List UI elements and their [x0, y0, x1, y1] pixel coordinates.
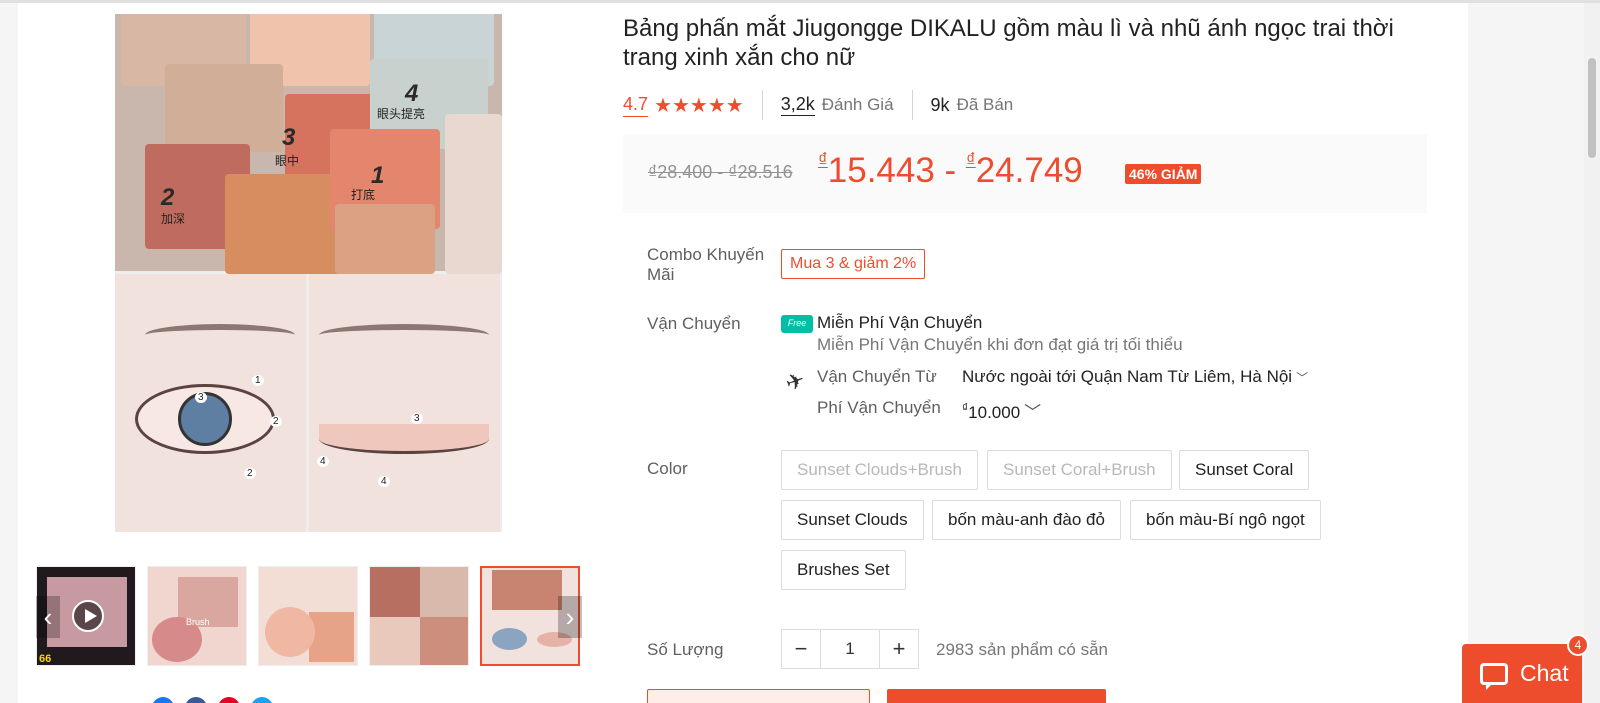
rating-stars-icon: ★★★★★ — [654, 94, 744, 117]
palette-label: 眼中 — [275, 154, 300, 168]
palette-label: 打底 — [351, 188, 376, 202]
chevron-down-icon: ﹀ — [1024, 403, 1042, 422]
thumbnail-strip: 66 Brush ‹ › — [36, 566, 582, 666]
page-gutter — [1468, 3, 1600, 703]
twitter-icon[interactable] — [251, 697, 273, 703]
chevron-down-icon: ﹀ — [1296, 371, 1309, 385]
color-option[interactable]: Sunset Clouds — [781, 500, 924, 540]
product-title: Bảng phấn mắt Jiugongge DIKALU gồm màu l… — [623, 15, 1394, 71]
sale-price: ₫15.443 - ₫24.749 — [818, 150, 1083, 190]
eye-marker: 3 — [195, 392, 207, 403]
combo-deal-tag[interactable]: Mua 3 & giảm 2% — [781, 249, 926, 279]
eye-marker: 4 — [378, 476, 390, 487]
ship-from-select[interactable]: Nước ngoài tới Quận Nam Từ Liêm, Hà Nội ﹀ — [962, 367, 1308, 387]
combo-label: Combo Khuyến Mãi — [647, 245, 765, 284]
color-option[interactable]: Brushes Set — [781, 550, 906, 590]
eye-marker: 1 — [252, 375, 264, 386]
palette-label: 加深 — [161, 212, 186, 226]
reviews-label: Đánh Giá — [821, 95, 894, 114]
eye-marker: 3 — [411, 413, 423, 424]
chat-button[interactable]: Chat — [1462, 644, 1582, 703]
thumbnail-badge: 66 — [39, 653, 52, 665]
eye-photo-open: 1 2 3 2 — [115, 274, 306, 532]
reviews-count[interactable]: 3,2k — [780, 94, 815, 116]
free-shipping-title: Miễn Phí Vận Chuyển — [817, 313, 983, 332]
main-product-image[interactable]: 4 3 1 2 眼头提亮 眼中 打底 加深 1 2 3 2 3 4 4 — [115, 14, 502, 532]
eye-marker: 2 — [270, 416, 282, 427]
thumbnail-image[interactable] — [369, 566, 469, 666]
pinterest-icon[interactable] — [218, 697, 240, 703]
free-shipping-subtitle: Miễn Phí Vận Chuyển khi đơn đạt giá trị … — [817, 335, 1183, 354]
thumbnail-label: Brush — [186, 617, 210, 627]
free-shipping-icon: Free — [781, 315, 813, 333]
color-option[interactable]: bốn màu-anh đào đỏ — [932, 500, 1121, 540]
facebook-messenger-icon[interactable] — [152, 697, 174, 703]
palette-number: 4 — [405, 80, 419, 107]
palette-number: 3 — [282, 124, 296, 151]
original-price: ₫28.400 - ₫28.516 — [648, 162, 793, 182]
color-option-disabled[interactable]: Sunset Coral+Brush — [987, 450, 1172, 490]
quantity-label: Số Lượng — [647, 640, 724, 659]
quantity-input[interactable]: 1 — [820, 630, 880, 668]
sold-count: 9k — [930, 94, 950, 115]
discount-badge: 46% GIẢM — [1125, 164, 1202, 184]
chat-label: Chat — [1520, 660, 1569, 686]
palette-label: 眼头提亮 — [377, 107, 426, 121]
shipping-label: Vận Chuyển — [647, 314, 741, 333]
stock-available: 2983 sản phẩm có sẵn — [936, 640, 1109, 659]
eye-photo-closed: 3 4 4 — [309, 274, 500, 532]
rating-row: 4.7 ★★★★★ 3,2k Đánh Giá 9k Đã Bán — [623, 90, 1013, 120]
eye-marker: 4 — [317, 456, 329, 467]
palette-photo: 4 3 1 2 眼头提亮 眼中 打底 加深 — [115, 14, 502, 274]
quantity-increase-button[interactable]: + — [880, 630, 918, 668]
thumbnail-image[interactable] — [258, 566, 358, 666]
buy-now-button[interactable] — [887, 689, 1106, 703]
scrollbar-thumb[interactable] — [1588, 58, 1596, 158]
color-option[interactable]: Sunset Coral — [1179, 450, 1310, 490]
share-icons — [152, 697, 284, 703]
shipping-fee-select[interactable]: ₫10.000 ﹀ — [962, 398, 1041, 423]
color-label: Color — [647, 459, 688, 478]
rating-score[interactable]: 4.7 — [623, 94, 649, 117]
chat-bubble-icon — [1480, 662, 1508, 690]
chat-unread-badge: 4 — [1567, 634, 1589, 656]
sold-label: Đã Bán — [956, 95, 1014, 114]
play-icon[interactable] — [72, 600, 104, 632]
palette-number: 2 — [161, 184, 175, 211]
shipping-fee-label: Phí Vận Chuyển — [817, 398, 941, 417]
page-scrollbar[interactable] — [1584, 3, 1600, 703]
facebook-icon[interactable] — [185, 697, 207, 703]
thumbnail-next-arrow[interactable]: › — [558, 596, 582, 638]
eye-marker: 2 — [244, 468, 256, 479]
color-option-disabled[interactable]: Sunset Clouds+Brush — [781, 450, 978, 490]
thumbnail-prev-arrow[interactable]: ‹ — [36, 596, 60, 638]
price-box: ₫28.400 - ₫28.516 ₫15.443 - ₫24.749 46% … — [623, 134, 1427, 213]
color-option[interactable]: bốn màu-Bí ngô ngọt — [1130, 500, 1321, 540]
quantity-stepper: − 1 + — [781, 629, 919, 669]
thumbnail-image[interactable]: Brush — [147, 566, 247, 666]
quantity-decrease-button[interactable]: − — [782, 630, 820, 668]
add-to-cart-button[interactable] — [647, 689, 870, 703]
ship-from-label: Vận Chuyển Từ — [817, 367, 937, 386]
